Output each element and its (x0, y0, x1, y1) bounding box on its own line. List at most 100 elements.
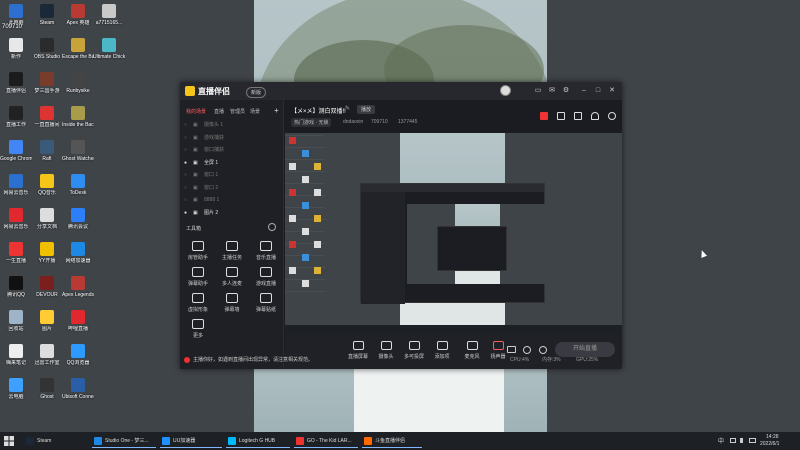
visibility-icon[interactable]: ○ (184, 195, 187, 205)
visibility-icon[interactable]: ● (184, 208, 187, 218)
message-icon[interactable]: ▭ (534, 87, 542, 95)
share-icon[interactable] (608, 112, 616, 120)
clock-date[interactable]: 2022/6/1 (760, 441, 779, 447)
toolbox-title: 工具箱 (186, 226, 202, 232)
app-icon (71, 174, 85, 188)
stream-title[interactable]: 【メ×メ】测白双播!! (291, 106, 346, 115)
source-item[interactable]: ○ ▣ 窗口 2 (184, 183, 279, 193)
desktop-icon[interactable]: Ubisoft Connect (62, 378, 94, 418)
visibility-icon[interactable]: ○ (184, 183, 187, 193)
notice-text[interactable]: 主播你好，如遇到直播间出现异常，请注意相关规范。 (193, 352, 313, 369)
app-icon (40, 106, 54, 120)
tool-button[interactable]: 弹幕助手 (183, 267, 213, 287)
mail-icon[interactable]: ✉ (548, 87, 556, 95)
tab-scenes[interactable]: 我的场景 (186, 108, 206, 115)
minimize-button[interactable]: – (580, 87, 588, 95)
lock-icon[interactable]: ▣ (193, 183, 198, 193)
lock-icon[interactable]: ▣ (193, 170, 198, 180)
version-badge[interactable]: 新版 (246, 87, 267, 98)
toolbox-toggle-icon[interactable] (268, 223, 276, 231)
settings-icon[interactable]: ⚙ (562, 87, 570, 95)
source-item[interactable]: ○ ▣ 窗口捕获 (184, 145, 279, 155)
tool-button[interactable]: 弹幕墙 (217, 293, 247, 313)
source-label: 窗口捕获 (204, 147, 225, 153)
network-icon[interactable] (730, 438, 736, 443)
desktop-icon-label: 一生直播 (5, 258, 26, 264)
title-bar[interactable]: 直播伴侣 新版 ▭ ✉ ⚙ – □ ✕ (180, 82, 622, 100)
toolbar-icon (492, 341, 504, 350)
source-item[interactable]: ● ▣ 图片 2 (184, 208, 279, 218)
taskbar-app-icon (228, 437, 236, 445)
bell-icon[interactable] (591, 112, 599, 120)
taskbar-app-icon (162, 437, 170, 445)
close-button[interactable]: ✕ (608, 87, 616, 95)
taskbar-item[interactable]: Studio One - 梦三... (92, 434, 156, 448)
tool-button[interactable]: 虚拟形象 (183, 293, 213, 313)
volume-icon[interactable] (740, 438, 746, 443)
tool-button[interactable]: 游戏直播 (251, 267, 281, 287)
source-item[interactable]: ○ ▣ 窗口 1 (184, 170, 279, 180)
tool-icon (192, 319, 204, 329)
source-item[interactable]: ○ ▣ 摄像头 1 (184, 120, 279, 130)
stream-badge[interactable]: 播放 (357, 105, 376, 114)
taskbar-item[interactable]: 斗鱼直播伴侣 (362, 434, 422, 448)
visibility-icon[interactable]: ● (184, 158, 187, 168)
taskbar-item[interactable]: Logitech G HUB (226, 434, 290, 448)
lock-icon[interactable]: ▣ (193, 195, 198, 205)
battery-icon[interactable] (749, 438, 756, 443)
desktop-icon-label: 云电脑 (8, 394, 24, 400)
desktop-icon-label: Apex Legends (62, 292, 94, 298)
source-item[interactable]: ● ▣ 全屏 1 (184, 158, 279, 168)
tab-live[interactable]: 直播 (214, 108, 224, 115)
nested-left-panel (361, 192, 405, 304)
desktop-icon[interactable]: Ghost (31, 378, 63, 418)
source-label: 窗口 1 (204, 172, 219, 178)
tool-icon (260, 267, 272, 277)
app-icon (71, 106, 85, 120)
visibility-icon[interactable]: ○ (184, 133, 187, 143)
desktop-icon[interactable]: 云电脑 (0, 378, 32, 418)
tool-button[interactable]: 房管助手 (183, 241, 213, 261)
ime-indicator[interactable]: 中 (718, 436, 724, 445)
tool-icon (192, 293, 204, 303)
avatar[interactable] (500, 85, 511, 96)
tool-button[interactable]: 多人连麦 (217, 267, 247, 287)
desktop-icon[interactable]: Ultimate Chicken... (93, 38, 125, 78)
visibility-icon[interactable]: ○ (184, 145, 187, 155)
tool-button[interactable]: 更多 (183, 319, 213, 339)
app-icon (40, 174, 54, 188)
lock-icon[interactable] (557, 112, 565, 120)
source-item[interactable]: ○ ▣ 8888 1 (184, 195, 279, 205)
screen-icon[interactable] (574, 112, 582, 120)
lock-icon[interactable]: ▣ (193, 208, 198, 218)
edit-title-icon[interactable]: ✎ (345, 105, 350, 112)
tool-button[interactable]: 音乐直播 (251, 241, 281, 261)
live-companion-window[interactable]: 直播伴侣 新版 ▭ ✉ ⚙ – □ ✕ 我的场景 直播 管理员 场景 + ○ ▣ 摄… (180, 82, 622, 369)
tab-scene[interactable]: 场景 (250, 108, 260, 115)
gift-icon[interactable] (540, 112, 548, 120)
desktop-icon-label: Apex 英雄 (66, 20, 90, 26)
lock-icon[interactable]: ▣ (193, 145, 198, 155)
taskbar-item[interactable]: GO - The Kid LAR... (294, 434, 358, 448)
nested-title-bar (361, 184, 544, 192)
taskbar-app-icon (94, 437, 102, 445)
lock-icon[interactable]: ▣ (193, 158, 198, 168)
tab-admin[interactable]: 管理员 (230, 108, 245, 115)
stream-category[interactable]: 热门游戏 · 无锁 (291, 118, 332, 127)
taskbar-item-label: GO - The Kid LAR... (307, 438, 352, 444)
lock-icon[interactable]: ▣ (193, 133, 198, 143)
maximize-button[interactable]: □ (594, 87, 602, 95)
visibility-icon[interactable]: ○ (184, 120, 187, 130)
tool-button[interactable]: 主播任务 (217, 241, 247, 261)
source-item[interactable]: ○ ▣ 游戏捕获 (184, 133, 279, 143)
add-source-button[interactable]: + (274, 106, 279, 115)
visibility-icon[interactable]: ○ (184, 170, 187, 180)
taskbar-item[interactable]: UU加速器 (160, 434, 222, 448)
lock-icon[interactable]: ▣ (193, 120, 198, 130)
clock-time[interactable]: 14:28 (766, 434, 779, 440)
start-button[interactable] (4, 436, 14, 446)
taskbar-item[interactable]: Steam (24, 434, 84, 448)
app-icon (40, 378, 54, 392)
stream-preview[interactable] (285, 133, 622, 333)
tool-button[interactable]: 弹幕贴纸 (251, 293, 281, 313)
